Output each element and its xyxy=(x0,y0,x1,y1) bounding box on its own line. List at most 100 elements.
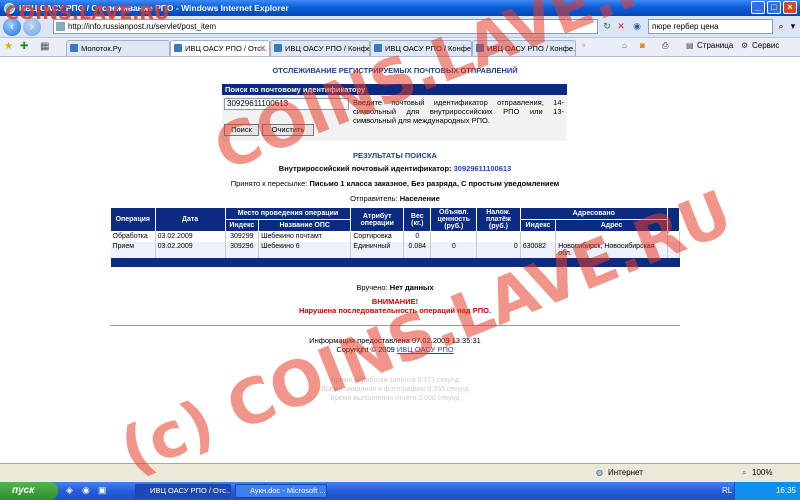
copyright-text: Copyright © 2009 xyxy=(336,345,395,354)
feeds-icon[interactable]: ◙ xyxy=(640,41,645,50)
cell-ops: Шебекино почтамт xyxy=(258,231,352,242)
window-title-bar: ИВЦ ОАСУ РПО / Отслеживание РПО - Window… xyxy=(0,0,800,16)
col-declared: Объявл. ценность (руб.) xyxy=(430,207,478,232)
zoom-icon: ⌕ xyxy=(742,468,747,477)
tab-1[interactable]: Молоток.Ру xyxy=(66,40,170,56)
table-footer-bar xyxy=(110,257,680,267)
col-weight: Вес (кг.) xyxy=(403,207,432,232)
home-icon[interactable]: ⌂ xyxy=(622,41,627,50)
search-input[interactable]: пюре гербер цена xyxy=(648,19,773,34)
warning-text: Нарушена последовательность операций над… xyxy=(298,306,492,315)
search-options-icon[interactable]: ▾ xyxy=(786,19,800,34)
tab-2[interactable]: ИВЦ ОАСУ РПО / Отс... ✕ xyxy=(170,40,270,56)
col-ops-name: Название ОПС xyxy=(258,219,352,232)
clock[interactable]: 16:35 xyxy=(776,486,796,495)
print-icon[interactable]: ⎙ xyxy=(662,41,668,51)
copyright-link[interactable]: ИВЦ ОАСУ РПО xyxy=(397,345,454,354)
address-bar[interactable]: http://info.russianpost.ru/servlet/post_… xyxy=(53,19,598,34)
quick-tabs-icon[interactable]: ▦ xyxy=(40,41,49,52)
quicklaunch-icon[interactable]: ▣ xyxy=(98,485,107,496)
operations-table: Операция Дата Место проведения операции … xyxy=(110,207,681,267)
new-tab-icon[interactable]: ▫ xyxy=(582,41,585,50)
taskbar-ie-window[interactable]: ИВЦ ОАСУ РПО / Отс... xyxy=(135,484,231,498)
timing-2: Время ожидания в фотографию 0.155 секунд xyxy=(321,386,469,393)
live-search-icon[interactable]: ◉ xyxy=(630,19,644,34)
tab-4[interactable]: ИВЦ ОАСУ РПО / Конфе... xyxy=(370,40,472,56)
quicklaunch-icon[interactable]: ◈ xyxy=(66,485,73,496)
system-tray: 16:35 xyxy=(734,482,800,500)
cell-spacer xyxy=(667,231,681,242)
minimize-button[interactable]: _ xyxy=(751,1,765,14)
col-addr-index: Индекс xyxy=(519,219,557,232)
accepted-label: Принято к пересылке: xyxy=(230,179,308,188)
col-attribute: Атрибут операции xyxy=(350,207,405,232)
accepted-line: Принято к пересылке: Письмо 1 класса зак… xyxy=(110,179,680,188)
tab-5[interactable]: ИВЦ ОАСУ РПО / Конфе... xyxy=(472,40,576,56)
timing-3: Время выполнения отчета 0.000 секунд xyxy=(330,395,460,402)
accepted-value: Письмо 1 класса заказное, Без разряда, С… xyxy=(309,179,560,188)
search-help-text: Введите почтовый идентификатор отправлен… xyxy=(353,98,564,125)
tools-menu[interactable]: Сервис xyxy=(752,41,779,50)
zoom-level[interactable]: 100% xyxy=(752,468,772,477)
tab-label: ИВЦ ОАСУ РПО / Конфе... xyxy=(487,44,576,53)
clear-button[interactable]: Очистить xyxy=(262,124,314,136)
zone-text: Интернет xyxy=(608,468,643,477)
window-controls: _ □ × xyxy=(751,1,797,14)
tab-label: Молоток.Ру xyxy=(81,44,122,53)
tracking-id-line: Внутрироссийский почтовый идентификатор:… xyxy=(110,164,680,173)
cell-index: 309299 xyxy=(225,231,260,242)
close-window-button[interactable]: × xyxy=(783,1,797,14)
info-line: Информация предоставлена 07.02.2009 13:3… xyxy=(309,336,481,345)
status-bar: ◍ Интернет ⌕ 100% xyxy=(0,463,800,482)
tracking-id-input[interactable]: 30929611100613 xyxy=(224,98,349,110)
taskbar-word-window[interactable]: Аукн.doc - Microsoft ... xyxy=(235,484,327,498)
cell-cod: 0 xyxy=(476,241,521,258)
search-panel-body: 30929611100613 Введите почтовый идентифи… xyxy=(222,95,567,141)
cell-declared: 0 xyxy=(430,241,478,258)
cell-address xyxy=(555,231,668,242)
tools-icon[interactable]: ⚙ xyxy=(741,41,748,50)
favorites-star-icon[interactable]: ★ xyxy=(4,41,13,52)
search-button[interactable]: Поиск xyxy=(224,124,259,136)
sender-line: Отправитель: Население xyxy=(110,194,680,203)
tracking-id-label: Внутрироссийский почтовый идентификатор: xyxy=(278,164,452,173)
refresh-icon[interactable]: ↻ xyxy=(600,19,614,34)
forward-button[interactable]: › xyxy=(23,18,41,36)
cell-operation: Прием xyxy=(110,241,156,258)
back-button[interactable]: ‹ xyxy=(3,18,21,36)
col-index: Индекс xyxy=(224,219,260,232)
ie-icon xyxy=(4,2,15,14)
page-menu[interactable]: Страница xyxy=(697,41,733,50)
col-cod: Налож. платёж (руб.) xyxy=(476,207,521,232)
cell-date: 03.02.2009 xyxy=(155,231,226,242)
cell-attribute: Сортировка xyxy=(350,231,405,242)
search-panel: Поиск по почтовому идентификатору 309296… xyxy=(222,84,567,141)
col-spacer xyxy=(666,207,681,232)
search-panel-header: Поиск по почтовому идентификатору xyxy=(222,84,567,95)
page-content: ОТСЛЕЖИВАНИЕ РЕГИСТРИРУЕМЫХ ПОЧТОВЫХ ОТП… xyxy=(0,57,800,457)
cell-spacer xyxy=(667,241,681,258)
results-title: РЕЗУЛЬТАТЫ ПОИСКА xyxy=(353,151,437,160)
delivered-label: Вручено: xyxy=(356,283,388,292)
stop-icon[interactable]: ✕ xyxy=(614,19,628,34)
col-addressed: Адресовано xyxy=(519,207,668,220)
cell-declared xyxy=(430,231,478,242)
table-row: Обработка 03.02.2009 309299 Шебекино поч… xyxy=(110,231,681,242)
tab-3[interactable]: ИВЦ ОАСУ РПО / Конфе... xyxy=(270,40,370,56)
tracking-id-value[interactable]: 30929611100613 xyxy=(454,164,512,173)
start-button[interactable]: пуск xyxy=(0,482,58,500)
cell-weight: 0 xyxy=(403,231,432,242)
delivered-value: Нет данных xyxy=(389,283,434,292)
cell-to-index xyxy=(520,231,557,242)
page-icon[interactable]: ▤ xyxy=(686,41,694,50)
language-indicator[interactable]: RL xyxy=(722,486,732,495)
warning-title: ВНИМАНИЕ! xyxy=(371,297,419,306)
close-tab-icon[interactable]: ✕ xyxy=(259,41,266,56)
add-favorite-icon[interactable]: ✚ xyxy=(20,41,28,52)
copyright-line: Copyright © 2009 ИВЦ ОАСУ РПО xyxy=(110,345,680,354)
quicklaunch-icon[interactable]: ◉ xyxy=(82,485,90,496)
maximize-button[interactable]: □ xyxy=(767,1,781,14)
col-date: Дата xyxy=(154,207,226,232)
cell-index: 309296 xyxy=(225,241,260,258)
cell-attribute: Единичный xyxy=(350,241,405,258)
